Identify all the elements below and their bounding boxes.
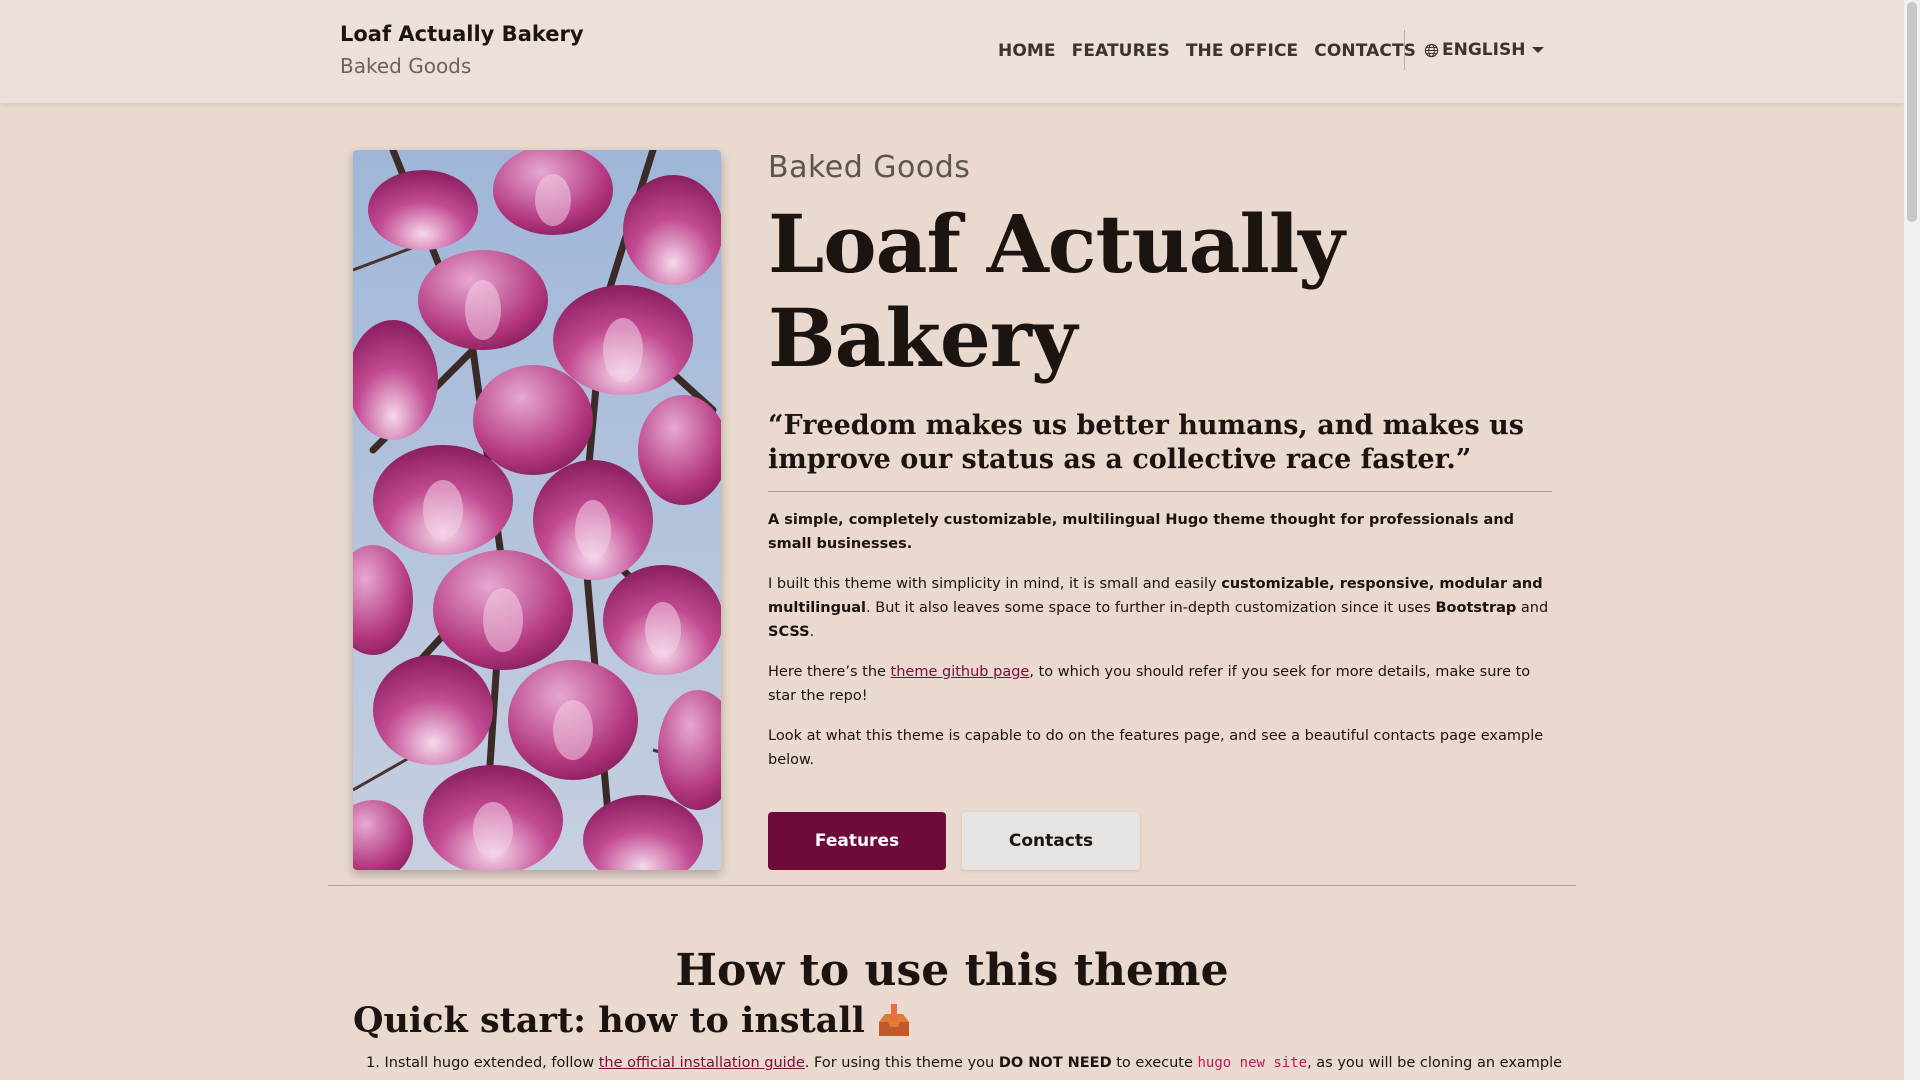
caret-down-icon (1532, 47, 1545, 53)
globe-icon (1424, 43, 1439, 57)
text-span: . (809, 624, 815, 640)
hero-quote: “Freedom makes us better humans, and mak… (768, 410, 1524, 475)
text-span: Here there’s the (768, 664, 891, 680)
text-span: Install hugo extended, follow (384, 1055, 599, 1071)
nav-home[interactable]: HOME (998, 41, 1056, 61)
quick-start-label: Quick start: how to install (353, 1000, 865, 1041)
nav-features[interactable]: FEATURES (1072, 41, 1170, 61)
section-divider (328, 885, 1576, 886)
installation-guide-link[interactable]: the official installation guide (599, 1055, 805, 1071)
scrollbar-thumb[interactable] (1907, 2, 1917, 222)
step-number: 1. (366, 1055, 380, 1071)
scrollbar[interactable] (1904, 0, 1920, 1080)
main-nav: HOME FEATURES THE OFFICE CONTACTS ENGLIS… (998, 30, 1545, 70)
hero-eyebrow: Baked Goods (768, 150, 971, 185)
text-span: I built this theme with simplicity in mi… (768, 576, 1222, 592)
contacts-button[interactable]: Contacts (962, 812, 1140, 870)
bold-text: Bootstrap (1435, 600, 1517, 616)
hero-image-magnolia (353, 150, 721, 870)
brand-subtitle: Baked Goods (340, 54, 472, 78)
inbox-tray-icon (875, 1002, 913, 1040)
nav-the-office[interactable]: THE OFFICE (1186, 41, 1298, 61)
brand[interactable]: Loaf Actually Bakery Baked Goods (340, 22, 584, 78)
text-span: and (1516, 600, 1549, 616)
text-span: to execute (1111, 1055, 1198, 1071)
features-paragraph: Look at what this theme is capable to do… (768, 728, 1544, 768)
bold-text: DO NOT NEED (998, 1055, 1112, 1071)
hero-title: Loaf Actually Bakery (768, 197, 1345, 385)
how-to-use-heading: How to use this theme (675, 945, 1229, 996)
hero-buttons: Features Contacts (768, 812, 1140, 870)
hero-divider (768, 491, 1552, 492)
github-paragraph: Here there’s the theme github page, to w… (768, 660, 1552, 708)
text-span: . For using this theme you (804, 1055, 999, 1071)
install-step-1: 1. Install hugo extended, follow the off… (366, 1055, 1562, 1071)
description-paragraph: I built this theme with simplicity in mi… (768, 572, 1552, 644)
features-button[interactable]: Features (768, 812, 946, 870)
hero-content: Baked Goods Loaf Actually Bakery “Freedo… (768, 150, 1552, 772)
bold-text: SCSS (768, 624, 810, 640)
magnolia-illustration (353, 150, 721, 870)
quick-start-heading: Quick start: how to install (353, 1000, 913, 1041)
nav-contacts[interactable]: CONTACTS (1314, 41, 1416, 61)
theme-github-link[interactable]: theme github page (891, 664, 1030, 680)
inline-code: hugo new site (1197, 1055, 1308, 1071)
nav-divider (1404, 30, 1405, 70)
language-label: ENGLISH (1442, 40, 1526, 60)
top-navbar: Loaf Actually Bakery Baked Goods HOME FE… (0, 0, 1904, 103)
brand-title[interactable]: Loaf Actually Bakery (340, 22, 584, 46)
text-span: , as you will be cloning an example (1307, 1055, 1563, 1071)
text-span: . But it also leaves some space to furth… (866, 600, 1436, 616)
intro-paragraph: A simple, completely customizable, multi… (768, 512, 1515, 552)
language-selector[interactable]: ENGLISH (1424, 40, 1549, 60)
